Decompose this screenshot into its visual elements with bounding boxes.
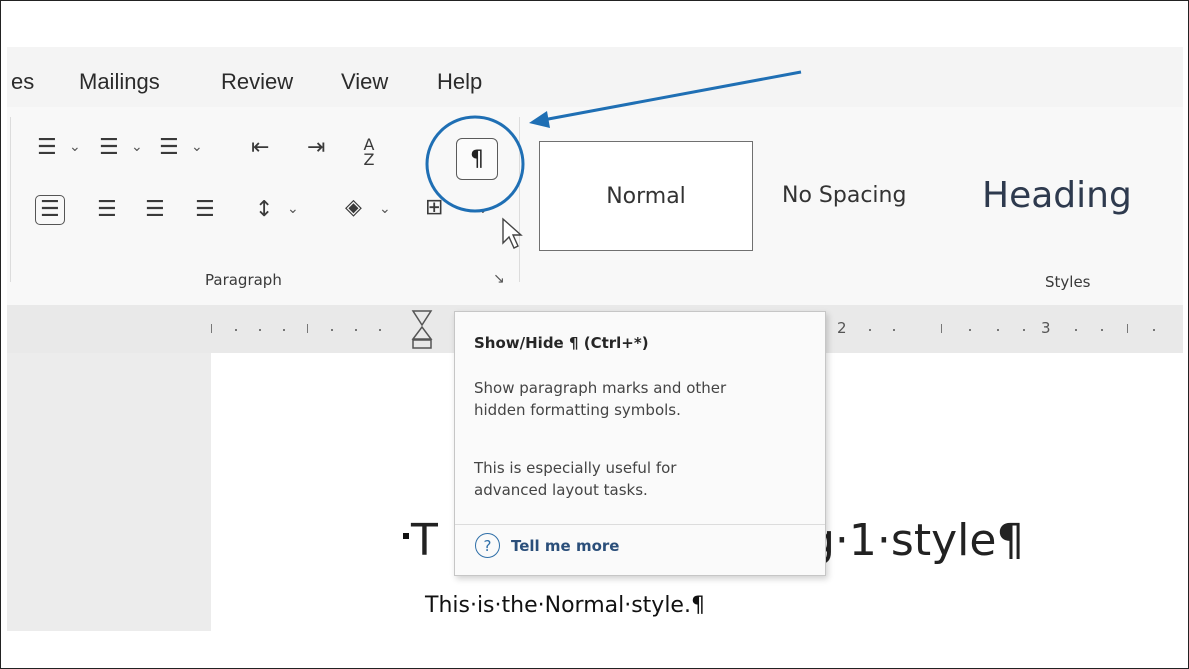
annotation-arrow-head [529, 111, 550, 128]
highlight-circle [425, 115, 525, 213]
slide-frame: es Mailings Review View Help ☰ ⌄ ☰ ⌄ ☰ ⌄… [0, 0, 1189, 669]
annotation-overlay [425, 70, 802, 213]
annotation-arrow-line [542, 70, 802, 122]
